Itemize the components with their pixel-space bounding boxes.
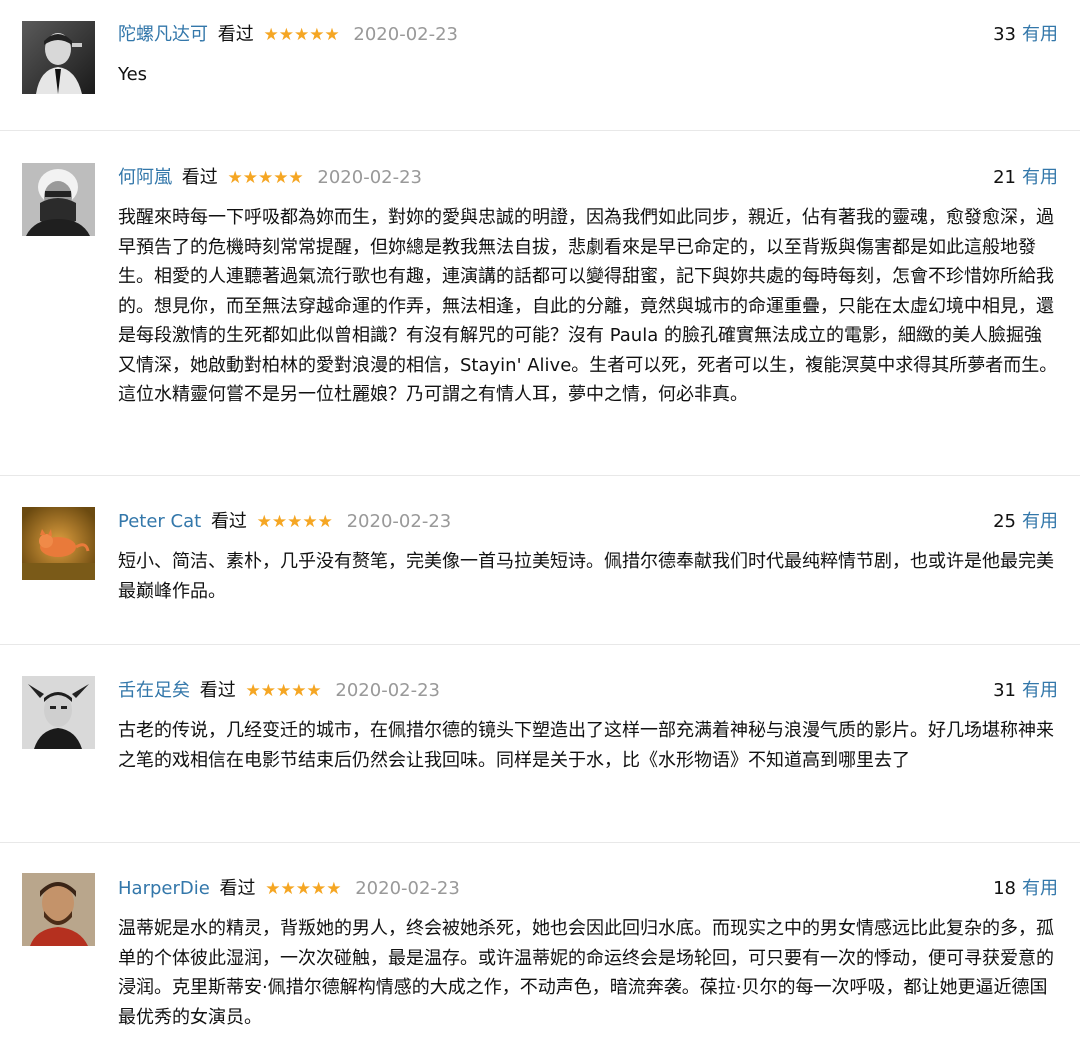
watched-label: 看过 xyxy=(219,878,256,899)
author-link[interactable]: HarperDie xyxy=(118,878,210,899)
review-list: 陀螺凡达可 看过 ★★★★★ 2020-02-23 33 有用 Yes 何阿嵐 看… xyxy=(0,0,1080,1048)
review-date: 2020-02-23 xyxy=(355,878,460,899)
rating-stars-icon: ★★★★★ xyxy=(265,879,342,899)
vote-area: 18 有用 xyxy=(993,874,1058,904)
useful-button[interactable]: 有用 xyxy=(1022,878,1058,899)
review-header: HarperDie 看过 ★★★★★ 2020-02-23 18 有用 xyxy=(118,874,1058,904)
user-avatar-icon[interactable] xyxy=(22,873,95,946)
review-content: 温蒂妮是水的精灵，背叛她的男人，终会被她杀死，她也会因此回归水底。而现实之中的男… xyxy=(118,918,1054,1028)
vote-count: 18 xyxy=(993,878,1016,899)
review-item: HarperDie 看过 ★★★★★ 2020-02-23 18 有用 温蒂妮是水… xyxy=(0,0,1080,1048)
